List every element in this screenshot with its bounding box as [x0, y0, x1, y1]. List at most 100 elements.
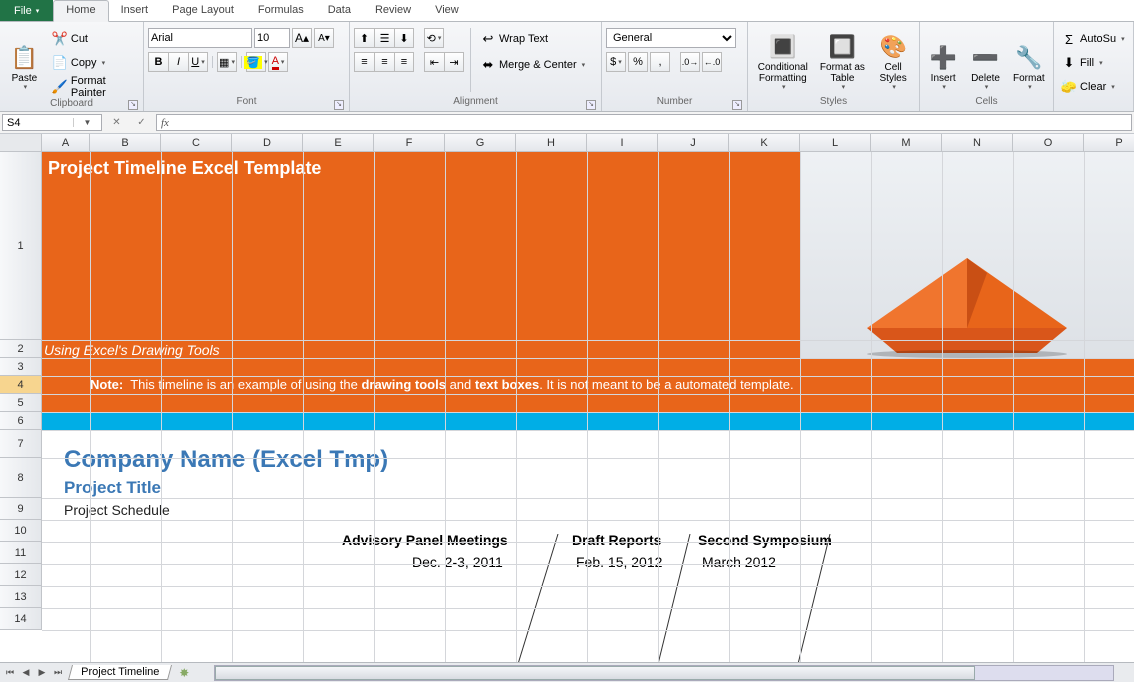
align-center-button[interactable]: ≡ — [374, 52, 394, 72]
sheet-nav-prev[interactable]: ◀ — [18, 665, 34, 681]
tab-data[interactable]: Data — [316, 0, 363, 21]
font-launcher[interactable]: ↘ — [334, 100, 344, 110]
sheet-tab-project-timeline[interactable]: Project Timeline — [68, 665, 172, 680]
fill-color-button[interactable]: 🪣 — [246, 52, 266, 72]
note-label: Note: — [90, 377, 123, 392]
format-as-table-button[interactable]: 🔲Format as Table — [818, 24, 868, 94]
increase-font-button[interactable]: A▴ — [292, 28, 312, 48]
grid[interactable]: Project Timeline Excel Template Using Ex… — [42, 152, 1134, 662]
tab-view[interactable]: View — [423, 0, 471, 21]
cell-styles-button[interactable]: 🎨Cell Styles — [871, 24, 915, 94]
tab-home[interactable]: Home — [53, 0, 108, 22]
column-header-B[interactable]: B — [90, 134, 161, 152]
clear-button[interactable]: 🧽Clear — [1058, 76, 1128, 98]
scrollbar-thumb[interactable] — [215, 666, 975, 680]
row-header-1[interactable]: 1 — [0, 152, 42, 340]
tab-file[interactable]: File — [0, 0, 53, 21]
column-header-A[interactable]: A — [42, 134, 90, 152]
cancel-formula-button[interactable]: ✕ — [106, 117, 128, 128]
tab-formulas[interactable]: Formulas — [246, 0, 316, 21]
insert-cells-button[interactable]: ➕Insert — [924, 24, 962, 94]
copy-button[interactable]: 📄Copy — [49, 52, 139, 74]
row-header-13[interactable]: 13 — [0, 586, 42, 608]
font-color-button[interactable]: A — [268, 52, 288, 72]
underline-button[interactable]: U — [188, 52, 208, 72]
row-header-2[interactable]: 2 — [0, 340, 42, 358]
wrap-text-button[interactable]: ↩Wrap Text — [477, 28, 588, 50]
tab-review[interactable]: Review — [363, 0, 423, 21]
bold-button[interactable]: B — [148, 52, 168, 72]
paste-button[interactable]: 📋 Paste — [4, 24, 45, 94]
row-header-6[interactable]: 6 — [0, 412, 42, 430]
decrease-indent-button[interactable]: ⇤ — [424, 52, 444, 72]
fx-button[interactable]: fx — [157, 117, 173, 129]
comma-button[interactable]: , — [650, 52, 670, 72]
format-painter-button[interactable]: 🖌️Format Painter — [49, 76, 139, 98]
name-box[interactable]: ▼ — [2, 114, 102, 131]
increase-decimal-button[interactable]: .0→ — [680, 52, 700, 72]
align-right-button[interactable]: ≡ — [394, 52, 414, 72]
column-header-F[interactable]: F — [374, 134, 445, 152]
row-header-12[interactable]: 12 — [0, 564, 42, 586]
row-header-8[interactable]: 8 — [0, 458, 42, 498]
row-header-4[interactable]: 4 — [0, 376, 42, 394]
alignment-launcher[interactable]: ↘ — [586, 100, 596, 110]
column-header-D[interactable]: D — [232, 134, 303, 152]
name-box-dropdown[interactable]: ▼ — [73, 118, 101, 127]
merge-center-button[interactable]: ⬌Merge & Center — [477, 54, 588, 76]
horizontal-scrollbar[interactable] — [214, 665, 1114, 681]
font-size-combo[interactable] — [254, 28, 290, 48]
percent-button[interactable]: % — [628, 52, 648, 72]
column-header-G[interactable]: G — [445, 134, 516, 152]
increase-indent-button[interactable]: ⇥ — [444, 52, 464, 72]
decrease-decimal-button[interactable]: ←.0 — [702, 52, 722, 72]
number-format-combo[interactable]: General — [606, 28, 736, 48]
format-cells-button[interactable]: 🔧Format — [1009, 24, 1049, 94]
column-header-O[interactable]: O — [1013, 134, 1084, 152]
autosum-button[interactable]: ΣAutoSu — [1058, 28, 1128, 50]
number-launcher[interactable]: ↘ — [732, 100, 742, 110]
column-header-K[interactable]: K — [729, 134, 800, 152]
accounting-format-button[interactable]: $ — [606, 52, 626, 72]
column-header-P[interactable]: P — [1084, 134, 1134, 152]
italic-button[interactable]: I — [168, 52, 188, 72]
column-header-I[interactable]: I — [587, 134, 658, 152]
conditional-formatting-button[interactable]: 🔳Conditional Formatting — [752, 24, 814, 94]
tab-page-layout[interactable]: Page Layout — [160, 0, 246, 21]
clipboard-launcher[interactable]: ↘ — [128, 100, 138, 110]
column-header-L[interactable]: L — [800, 134, 871, 152]
row-header-10[interactable]: 10 — [0, 520, 42, 542]
row-header-14[interactable]: 14 — [0, 608, 42, 630]
align-middle-button[interactable]: ☰ — [374, 28, 394, 48]
row-header-9[interactable]: 9 — [0, 498, 42, 520]
column-header-C[interactable]: C — [161, 134, 232, 152]
delete-cells-button[interactable]: ➖Delete — [966, 24, 1004, 94]
align-bottom-button[interactable]: ⬇ — [394, 28, 414, 48]
orientation-button[interactable]: ⟲ — [424, 28, 444, 48]
align-left-button[interactable]: ≡ — [354, 52, 374, 72]
border-button[interactable]: ▦ — [217, 52, 237, 72]
align-top-button[interactable]: ⬆ — [354, 28, 374, 48]
column-header-N[interactable]: N — [942, 134, 1013, 152]
formula-input[interactable] — [173, 117, 1131, 129]
row-header-3[interactable]: 3 — [0, 358, 42, 376]
tab-insert[interactable]: Insert — [109, 0, 161, 21]
enter-formula-button[interactable]: ✓ — [131, 117, 153, 128]
decrease-font-button[interactable]: A▾ — [314, 28, 334, 48]
column-header-M[interactable]: M — [871, 134, 942, 152]
row-header-11[interactable]: 11 — [0, 542, 42, 564]
name-box-input[interactable] — [3, 117, 73, 129]
column-header-J[interactable]: J — [658, 134, 729, 152]
cut-button[interactable]: ✂️Cut — [49, 28, 139, 50]
row-header-5[interactable]: 5 — [0, 394, 42, 412]
new-sheet-button[interactable]: ✸ — [174, 665, 194, 681]
column-header-H[interactable]: H — [516, 134, 587, 152]
sheet-nav-first[interactable]: ⏮ — [2, 665, 18, 681]
font-name-combo[interactable] — [148, 28, 252, 48]
select-all-corner[interactable] — [0, 134, 42, 152]
sheet-nav-next[interactable]: ▶ — [34, 665, 50, 681]
column-header-E[interactable]: E — [303, 134, 374, 152]
row-header-7[interactable]: 7 — [0, 430, 42, 458]
fill-button[interactable]: ⬇Fill — [1058, 52, 1128, 74]
sheet-nav-last[interactable]: ⏭ — [50, 665, 66, 681]
